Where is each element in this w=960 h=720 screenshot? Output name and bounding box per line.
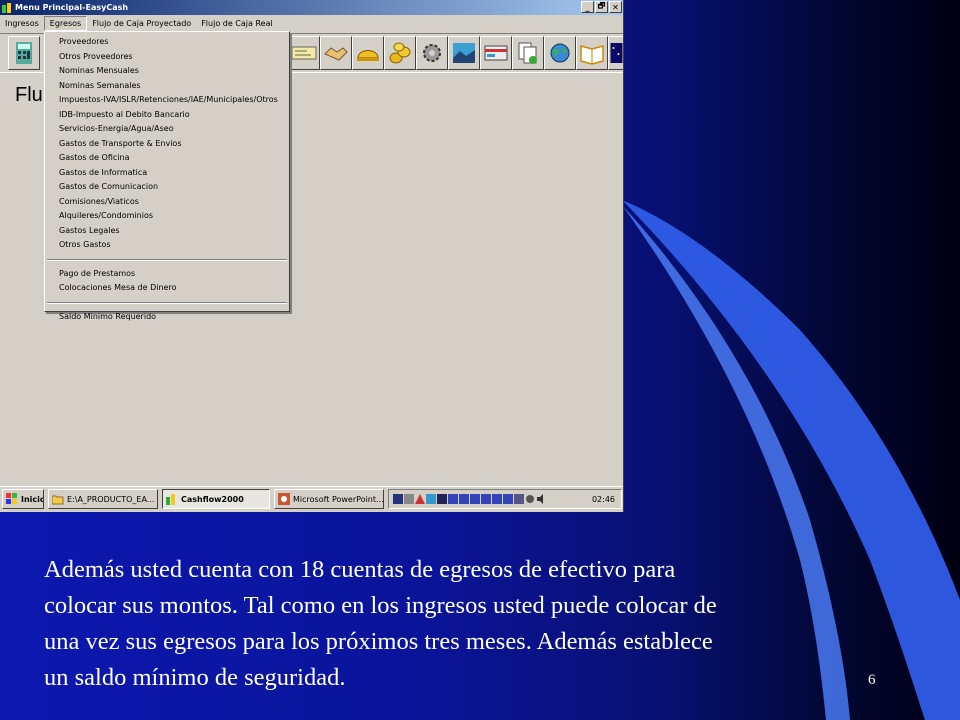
menu-option[interactable]: Colocaciones Mesa de Dinero: [45, 281, 289, 296]
title-bar: Menu Principal-EasyCash _ 🗗 ✕: [0, 0, 623, 15]
menu-option[interactable]: Gastos de Comunicacion: [45, 180, 289, 195]
window-title: Menu Principal-EasyCash: [15, 3, 129, 12]
tray-icon[interactable]: [470, 494, 480, 504]
windows-taskbar: Inicio E:\A_PRODUCTO_EA... Cashflow2000 …: [0, 486, 623, 512]
menu-option[interactable]: Impuestos-IVA/ISLR/Retenciones/IAE/Munic…: [45, 93, 289, 108]
slide-body-text: Además usted cuenta con 18 cuentas de eg…: [44, 552, 934, 696]
card-icon[interactable]: [480, 36, 512, 70]
menu-option-saldo-minimo[interactable]: Saldo Minimo Requerido: [45, 310, 289, 325]
tray-icon[interactable]: [393, 494, 403, 504]
menu-option-proveedores[interactable]: Proveedores: [45, 35, 289, 50]
slide-text-line: una vez sus egresos para los próximos tr…: [44, 628, 713, 655]
tray-icon[interactable]: [492, 494, 502, 504]
menu-option[interactable]: Comisiones/Viaticos: [45, 195, 289, 210]
taskbar-explorer[interactable]: E:\A_PRODUCTO_EA...: [48, 489, 158, 509]
menu-separator: [47, 258, 287, 261]
menu-option[interactable]: Otros Proveedores: [45, 50, 289, 65]
slide-text-line: un saldo mínimo de seguridad.: [44, 664, 346, 691]
menu-option[interactable]: Nominas Semanales: [45, 79, 289, 94]
slide-text-line: colocar sus montos. Tal como en los ingr…: [44, 592, 717, 619]
menu-option[interactable]: Servicios-Energia/Agua/Aseo: [45, 122, 289, 137]
slide-text-line: Además usted cuenta con 18 cuentas de eg…: [44, 556, 676, 583]
system-tray: 02:46: [388, 489, 622, 509]
minimize-button[interactable]: _: [581, 1, 594, 13]
handshake-icon[interactable]: [320, 36, 352, 70]
restore-button[interactable]: 🗗: [595, 1, 608, 13]
tray-icon[interactable]: [437, 494, 447, 504]
night-window-icon[interactable]: [608, 36, 623, 70]
documents-icon[interactable]: [512, 36, 544, 70]
clock: 02:46: [591, 494, 615, 504]
tray-icon[interactable]: [404, 494, 414, 504]
windows-logo-icon: [6, 493, 17, 504]
start-label: Inicio: [21, 494, 44, 504]
menu-option[interactable]: IDB-Impuesto al Debito Bancario: [45, 108, 289, 123]
taskbar-cashflow2000[interactable]: Cashflow2000: [162, 489, 270, 509]
tray-icon[interactable]: [415, 494, 425, 504]
egresos-dropdown-menu: Proveedores Otros Proveedores Nominas Me…: [44, 31, 290, 321]
menu-flujo-real[interactable]: Flujo de Caja Real: [196, 17, 278, 30]
tray-icon[interactable]: [503, 494, 513, 504]
gear-icon[interactable]: [416, 36, 448, 70]
check-icon[interactable]: [288, 36, 320, 70]
cashflow-icon: [166, 494, 175, 505]
globe-icon[interactable]: [544, 36, 576, 70]
tray-icon[interactable]: [481, 494, 491, 504]
tray-icon[interactable]: [459, 494, 469, 504]
coins-icon[interactable]: [384, 36, 416, 70]
menu-option[interactable]: Pago de Prestamos: [45, 267, 289, 282]
helmet-icon[interactable]: [352, 36, 384, 70]
slide-page-number: 6: [868, 672, 876, 688]
menu-egresos[interactable]: Egresos: [43, 16, 88, 31]
menu-option[interactable]: Otros Gastos: [45, 238, 289, 253]
menu-option[interactable]: Gastos Legales: [45, 224, 289, 239]
speaker-icon[interactable]: [536, 494, 546, 504]
tray-icon[interactable]: [514, 494, 524, 504]
menu-option[interactable]: Gastos de Oficina: [45, 151, 289, 166]
menu-separator: [47, 301, 287, 304]
start-button[interactable]: Inicio: [2, 489, 44, 509]
book-icon[interactable]: [576, 36, 608, 70]
menu-flujo-proyectado[interactable]: Flujo de Caja Proyectado: [87, 17, 196, 30]
powerpoint-icon: [278, 493, 290, 505]
calculator-icon[interactable]: [8, 36, 40, 70]
tray-icon[interactable]: [448, 494, 458, 504]
landscape-icon[interactable]: [448, 36, 480, 70]
menu-bar: Ingresos Egresos Flujo de Caja Proyectad…: [0, 15, 623, 32]
folder-icon: [52, 495, 64, 505]
app-window-screenshot: Menu Principal-EasyCash _ 🗗 ✕ Ingresos E…: [0, 0, 624, 512]
taskbar-powerpoint[interactable]: Microsoft PowerPoint...: [274, 489, 384, 509]
tray-icon[interactable]: [426, 494, 436, 504]
menu-option[interactable]: Nominas Mensuales: [45, 64, 289, 79]
app-icon: [2, 2, 11, 13]
page-title: Flu: [15, 84, 43, 106]
menu-option[interactable]: Gastos de Transporte & Envios: [45, 137, 289, 152]
tray-icon[interactable]: [525, 494, 535, 504]
menu-ingresos[interactable]: Ingresos: [0, 17, 44, 30]
menu-option[interactable]: Gastos de Informatica: [45, 166, 289, 181]
close-button[interactable]: ✕: [609, 1, 622, 13]
menu-option[interactable]: Alquileres/Condominios: [45, 209, 289, 224]
